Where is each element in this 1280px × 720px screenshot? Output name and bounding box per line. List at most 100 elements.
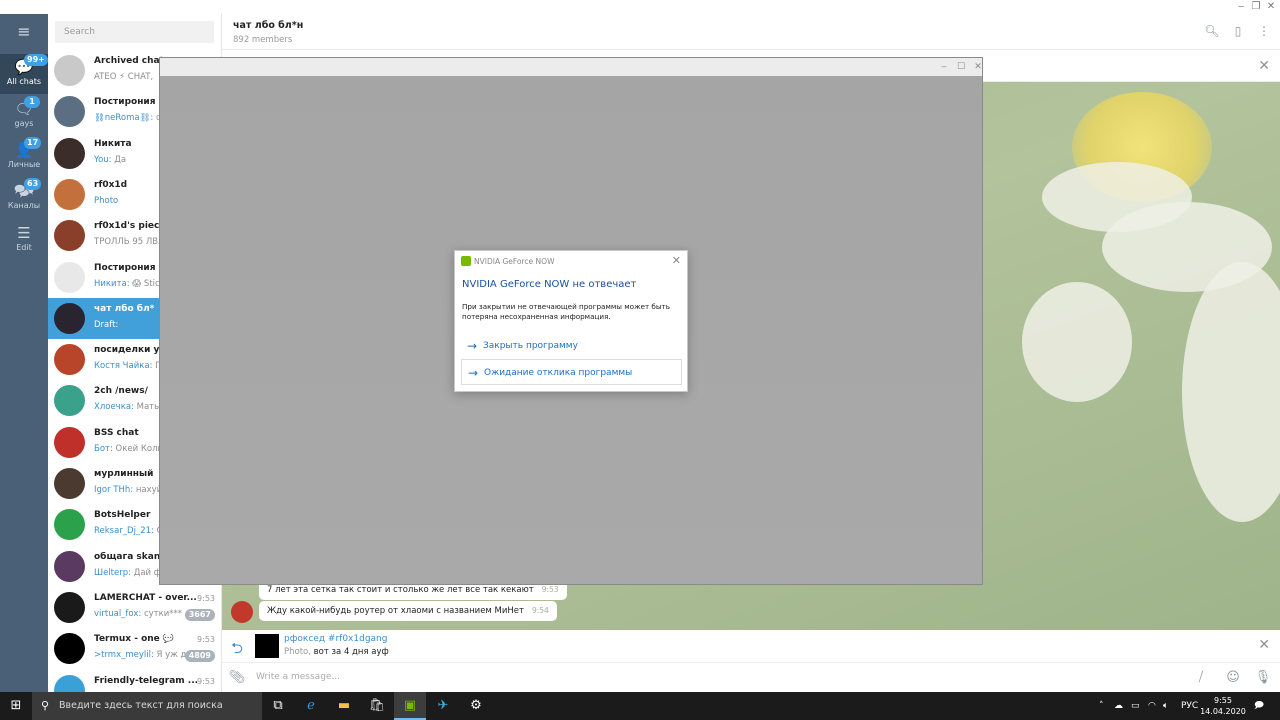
folder-personal[interactable]: 👤 17 Личные bbox=[0, 137, 48, 177]
wifi-icon[interactable]: ◠ bbox=[1148, 692, 1156, 720]
chat-name: Friendly-telegram ... bbox=[94, 675, 198, 686]
chat-preview: >trmx_meylil: Я уж ду... bbox=[94, 650, 198, 660]
avatar bbox=[54, 509, 85, 541]
minimize-icon[interactable]: ‒ bbox=[1234, 0, 1248, 14]
clock-date: 14.04.2020 bbox=[1200, 707, 1246, 716]
close-icon[interactable]: ✕ bbox=[1258, 58, 1270, 74]
chevron-up-icon[interactable]: ˄ bbox=[1099, 692, 1104, 720]
chat-list-item[interactable]: Termux - one 💬 >trmx_meylil: Я уж ду... 9:… bbox=[48, 628, 221, 669]
preview-text: ATEO ⚡ CHAT, ​ bbox=[94, 72, 156, 82]
folder-label: Личные bbox=[7, 160, 41, 169]
maximize-icon[interactable]: ❐ bbox=[1249, 0, 1263, 14]
message-bubble[interactable]: Жду какой-нибудь роутер от хлаоми с назв… bbox=[259, 601, 557, 621]
windows-start-icon[interactable]: ⊞ bbox=[0, 692, 32, 720]
close-icon[interactable]: ✕ bbox=[1258, 637, 1270, 653]
dialog-heading: NVIDIA GeForce NOW не отвечает bbox=[462, 279, 637, 290]
emoji-icon[interactable]: ☺ bbox=[1224, 669, 1242, 687]
not-responding-dialog: NVIDIA GeForce NOW ✕ NVIDIA GeForce NOW … bbox=[454, 250, 688, 392]
reply-text: Photo, вот за 4 дня ауф bbox=[284, 647, 389, 657]
folder-label: gays bbox=[14, 119, 34, 128]
dialog-app-name: NVIDIA GeForce NOW bbox=[474, 257, 555, 266]
reply-thumbnail bbox=[255, 634, 279, 658]
close-icon[interactable]: ✕ bbox=[672, 254, 681, 267]
reply-arrow-icon: ⮌ bbox=[231, 639, 244, 657]
minimize-icon[interactable]: ‒ bbox=[937, 60, 951, 74]
close-program-button[interactable]: → Закрыть программу bbox=[461, 333, 682, 359]
taskbar: ⊞ ⚲ Введите здесь текст для поиска ⧉ ℯ ▬… bbox=[0, 692, 1280, 720]
task-view-icon[interactable]: ⧉ bbox=[262, 692, 294, 720]
avatar bbox=[54, 96, 85, 128]
preview-sender: Никита: bbox=[94, 278, 130, 289]
message-text: Жду какой-нибудь роутер от хлаоми с назв… bbox=[267, 606, 524, 616]
language-indicator[interactable]: РУС bbox=[1181, 692, 1198, 720]
unread-badge: 4809 bbox=[184, 650, 215, 663]
telegram-icon[interactable]: ✈ bbox=[427, 692, 459, 720]
search-input[interactable]: Search bbox=[55, 21, 214, 43]
reply-preview[interactable]: ⮌ рфоксед #rf0x1dgang Photo, вот за 4 дн… bbox=[222, 630, 1280, 662]
nvidia-logo-icon bbox=[461, 256, 471, 266]
folder-channels[interactable]: 🗫 63 Каналы bbox=[0, 178, 48, 218]
arrow-right-icon: → bbox=[467, 339, 478, 353]
preview-sender: Костя Чайка: bbox=[94, 361, 153, 372]
chat-members-count: 892 members bbox=[233, 35, 293, 45]
wait-for-program-button[interactable]: → Ожидание отклика программы bbox=[461, 359, 682, 385]
folder-badge: 17 bbox=[24, 137, 42, 149]
battery-icon[interactable]: ▭ bbox=[1131, 692, 1140, 720]
preview-sender: Igor THh: bbox=[94, 485, 134, 495]
search-icon: ⚲ bbox=[41, 699, 50, 712]
chat-preview: virtual_fox: сутки*** bbox=[94, 609, 198, 619]
avatar bbox=[54, 591, 85, 623]
message-time: 9:54 bbox=[531, 606, 549, 615]
attach-icon[interactable]: 📎︎ bbox=[228, 669, 246, 687]
folder-edit[interactable]: ☰ Edit bbox=[0, 220, 48, 260]
preview-sender: You: bbox=[94, 154, 112, 165]
message-text: 7 лет эта сетка так стоит и столько же л… bbox=[267, 585, 534, 595]
file-explorer-icon[interactable]: ▬ bbox=[328, 692, 360, 720]
avatar[interactable] bbox=[231, 601, 253, 623]
settings-gear-icon[interactable]: ⚙ bbox=[460, 692, 492, 720]
avatar bbox=[54, 302, 85, 334]
edit-list-icon: ☰ bbox=[17, 224, 31, 242]
chat-time: 9:53 bbox=[197, 635, 215, 645]
avatar bbox=[54, 220, 85, 252]
menu-icon[interactable]: ≡ bbox=[14, 24, 34, 40]
preview-sender: Бот: bbox=[94, 443, 113, 454]
close-icon[interactable]: ✕ bbox=[971, 60, 985, 74]
avatar bbox=[54, 468, 85, 499]
close-icon[interactable]: ✕ bbox=[1264, 0, 1278, 14]
chat-title[interactable]: чат лбо бл*н bbox=[233, 20, 303, 31]
chat-list-item[interactable]: Friendly-telegram ... 9:53 bbox=[48, 670, 221, 692]
chat-time: 9:53 bbox=[197, 676, 215, 686]
volume-icon[interactable]: 🔈︎ bbox=[1163, 692, 1168, 720]
geforce-now-taskbar-icon[interactable]: ▣ bbox=[394, 692, 426, 720]
folder-all-chats[interactable]: 💬 99+ All chats bbox=[0, 54, 48, 94]
taskbar-search-input[interactable]: ⚲ Введите здесь текст для поиска bbox=[32, 692, 262, 720]
preview-sender: ​​​Шеltеrр: bbox=[94, 567, 131, 578]
arrow-right-icon: → bbox=[468, 366, 479, 380]
preview-sender: Draft: bbox=[94, 319, 119, 330]
sidebar-toggle-icon[interactable]: ▯ bbox=[1230, 23, 1246, 39]
chat-list-item[interactable]: LAMERCHAT - over... virtual_fox: сутки***… bbox=[48, 587, 221, 628]
chat-name: Termux - one 💬 bbox=[94, 634, 175, 645]
search-icon[interactable]: 🔍︎ bbox=[1204, 23, 1220, 39]
commands-icon[interactable]: ⧸ bbox=[1192, 669, 1210, 687]
message-input[interactable]: Write a message... bbox=[256, 672, 340, 682]
clock[interactable]: 9:55 14.04.2020 bbox=[1200, 695, 1246, 717]
avatar bbox=[54, 55, 85, 86]
preview-text: Да bbox=[111, 154, 127, 165]
folder-gays[interactable]: 🗨 1 gays bbox=[0, 96, 48, 136]
dialog-message: При закрытии не отвечающей программы мож… bbox=[462, 302, 670, 321]
notifications-icon[interactable]: 🗩 bbox=[1254, 692, 1264, 720]
microphone-icon[interactable]: 🎙︎ bbox=[1254, 669, 1272, 687]
edge-icon[interactable]: ℯ bbox=[295, 692, 327, 720]
preview-sender: Reksar_Dj_21: bbox=[94, 526, 154, 537]
more-icon[interactable]: ⋮ bbox=[1256, 23, 1272, 39]
cloud-icon[interactable]: ☁ bbox=[1114, 692, 1123, 720]
clock-time: 9:55 bbox=[1214, 696, 1232, 705]
store-icon[interactable]: 🛍︎ bbox=[361, 692, 393, 720]
preview-sender: Хлоечка: bbox=[94, 402, 134, 413]
preview-text: ТРОЛЛЬ 95 ЛВЛ bbox=[94, 237, 165, 248]
maximize-icon[interactable]: ☐ bbox=[954, 60, 968, 74]
window-title-bar: ‒ ❐ ✕ bbox=[0, 0, 1280, 14]
preview-text: сутки*** bbox=[141, 608, 183, 619]
